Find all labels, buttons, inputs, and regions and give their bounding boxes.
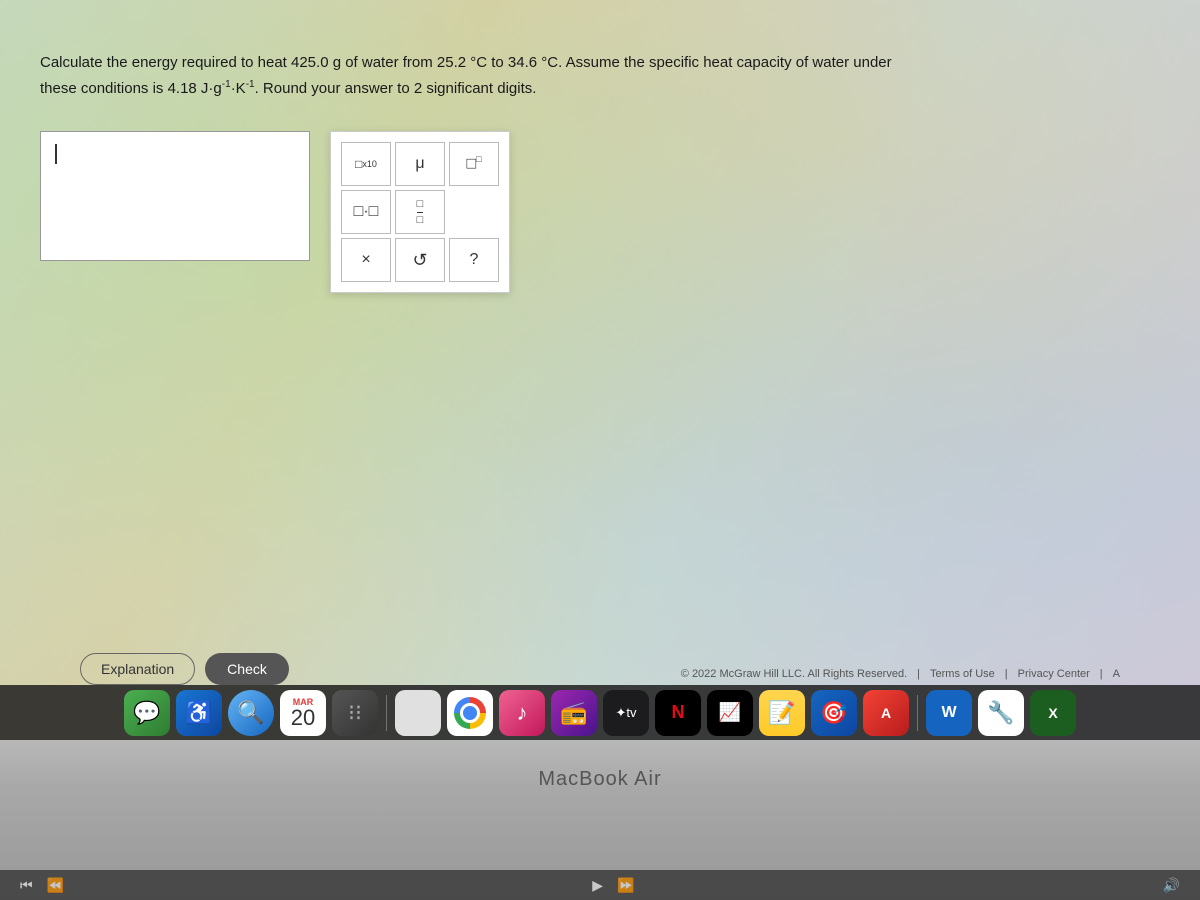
problem-line1: Calculate the energy required to heat 42… [40,54,892,71]
dot-multiply-button[interactable]: □·□ [341,190,391,234]
cursor [55,144,57,164]
dock-slack[interactable]: 🔧 [978,690,1024,736]
multiply-button[interactable]: × [341,238,391,282]
dock-accessibility[interactable]: ♿ [176,690,222,736]
chrome-icon [454,697,486,729]
problem-line2: these conditions is 4.18 J·g-1·K-1. Roun… [40,80,536,97]
right-controls: 🔊 [1163,877,1180,894]
superscript-button[interactable]: □□ [449,142,499,186]
dock-excel[interactable]: X [1030,690,1076,736]
explanation-button[interactable]: Explanation [80,653,195,685]
dock-finder[interactable]: 🔍 [228,690,274,736]
empty-cell [449,190,499,234]
mu-button[interactable]: μ [395,142,445,186]
rewind-btn[interactable]: ⏮ [20,877,33,894]
dock: 💬 ♿ 🔍 MAR 20 ⁝⁝ ♪ 📻 ✦tv [0,685,1200,740]
footer-copyright: © 2022 McGraw Hill LLC. All Rights Reser… [681,668,1120,680]
word-label: W [941,704,956,722]
action-buttons: Explanation Check [80,653,289,685]
dock-launchpad[interactable]: ⁝⁝ [332,690,378,736]
play-btn[interactable]: ▶ [592,877,603,894]
dock-music[interactable]: ♪ [499,690,545,736]
volume-btn[interactable]: 🔊 [1163,877,1180,894]
undo-button[interactable]: ↺ [395,238,445,282]
dock-chrome[interactable] [447,690,493,736]
prev-btn[interactable]: ⏪ [47,877,64,894]
center-controls: ▶ ⏩ [592,877,634,894]
help-button[interactable]: ? [449,238,499,282]
dock-calendar[interactable]: MAR 20 [280,690,326,736]
appletv-label: ✦tv [615,705,636,721]
accessibility-link[interactable]: A [1113,668,1120,680]
dock-notes[interactable]: 📝 [759,690,805,736]
calendar-day: 20 [291,707,315,729]
dock-word[interactable]: W [926,690,972,736]
terms-link[interactable]: Terms of Use [930,668,995,680]
macbook-label: MacBook Air [538,768,661,791]
next-btn[interactable]: ⏩ [617,877,634,894]
bottom-controls: ⏮ ⏪ ▶ ⏩ 🔊 [0,870,1200,900]
check-button[interactable]: Check [205,653,289,685]
math-palette: □x10 μ □□ □·□ □ □ [330,131,510,293]
fraction-button[interactable]: □ □ [395,190,445,234]
problem-statement: Calculate the energy required to heat 42… [40,50,940,101]
answer-section: □x10 μ □□ □·□ □ □ [40,131,1160,293]
dock-keynote[interactable]: 🎯 [811,690,857,736]
dock-space[interactable] [395,690,441,736]
copyright-text: © 2022 McGraw Hill LLC. All Rights Reser… [681,668,907,680]
privacy-link[interactable]: Privacy Center [1018,668,1090,680]
dock-separator [386,695,387,731]
dock-appletv[interactable]: ✦tv [603,690,649,736]
answer-input-box[interactable] [40,131,310,261]
dock-stocks[interactable]: 📈 [707,690,753,736]
dock-podcasts[interactable]: 📻 [551,690,597,736]
dock-autodesk[interactable]: A [863,690,909,736]
excel-label: X [1048,705,1057,721]
left-controls: ⏮ ⏪ [20,877,64,894]
x10-button[interactable]: □x10 [341,142,391,186]
dock-netflix[interactable]: N [655,690,701,736]
dock-messages[interactable]: 💬 [124,690,170,736]
dock-separator2 [917,695,918,731]
